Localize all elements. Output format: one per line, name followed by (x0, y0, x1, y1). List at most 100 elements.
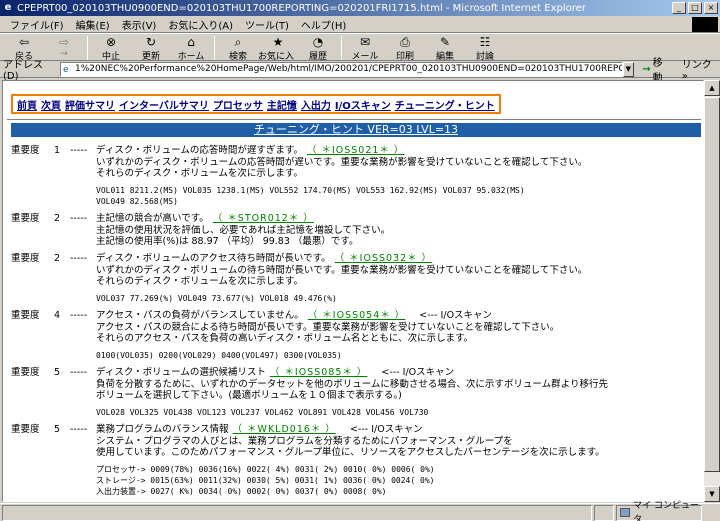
favorites-button[interactable]: ★お気に入り (258, 34, 298, 75)
hint-item: 重要度 5 ----- ディスク・ボリュームの選択候補リスト （ ＊IOSS085＊ ）… (11, 367, 701, 418)
hint-source: <--- I/Oスキャン (349, 424, 423, 435)
title-bar: e CPEPRT00_020103THU0900END=020103THU170… (0, 0, 720, 16)
hint-description: アクセス・パスの競合による待ち時間が長いです。重要な業務が影響を受けていないこと… (96, 322, 701, 344)
close-button[interactable]: × (704, 2, 718, 14)
separator-dashes: ----- (70, 424, 88, 435)
hint-values: 0100(VOL035) 0200(VOL029) 0400(VOL497) 0… (96, 350, 701, 361)
menu-tools[interactable]: ツール(T) (239, 17, 295, 32)
toolbar-separator (214, 36, 215, 60)
banner-title: チューニング・ヒント VER=03 LVL=13 (253, 123, 459, 136)
nav-link[interactable]: 評価サマリ (65, 97, 115, 112)
value-line: 入出力装置-> 0027( K%) 0034( 0%) 0002( 0%) 00… (96, 487, 387, 496)
hint-description: システム・プログラマの人びとは、業務プログラムを分類するためにパフォーマンス・グ… (96, 436, 701, 458)
hint-header: 重要度 5 ----- ディスク・ボリュームの選択候補リスト （ ＊IOSS085＊ ）… (11, 367, 701, 379)
toolbar: ⇦戻る⇨→⊗中止↻更新⌂ホーム⌕検索★お気に入り◔履歴✉メール⎙印刷✎編集☷討論 (0, 33, 720, 75)
history-button[interactable]: ◔ 履歴 (298, 34, 338, 62)
description-line: それらのディスク・ボリュームを次に示します。 (96, 276, 303, 287)
importance-level: 2 (54, 253, 61, 264)
minimize-button[interactable]: _ (672, 2, 686, 14)
description-line: システム・プログラマの人びとは、業務プログラムを分類するためにパフォーマンス・グ… (96, 436, 513, 447)
edit-button[interactable]: ✎ 編集 (425, 34, 465, 62)
hint-item: 重要度 2 ----- 主記憶の競合が高いです。（ ＊STOR012＊ ）主記憶の使用… (11, 213, 701, 247)
maximize-button[interactable]: □ (688, 2, 702, 14)
scroll-thumb[interactable] (704, 97, 720, 472)
value-line: プロセッサ-> 0009(78%) 0036(16%) 0022( 4%) 00… (96, 465, 435, 474)
content-viewport: 前頁 次頁 評価サマリ インターバルサマリ プロセッサ 主記憶 入出力 I/Oスキャン チューニ… (2, 80, 704, 502)
importance-level: 5 (54, 367, 61, 378)
zone-label: マイ コンピュータ (633, 500, 700, 521)
importance-label: 重要度 (11, 424, 40, 435)
nav-link[interactable]: チューニング・ヒント (395, 97, 495, 112)
menu-view[interactable]: 表示(V) (116, 17, 163, 32)
hint-code-link[interactable]: （ ＊IOSS085＊ ） (270, 367, 368, 379)
nav-link[interactable]: インターバルサマリ (119, 97, 209, 112)
discuss-icon: ☷ (479, 35, 491, 49)
print-button[interactable]: ⎙ 印刷 (385, 34, 425, 62)
favorites-icon: ★ (272, 35, 284, 49)
hint-title: 業務プログラムのバランス情報 (96, 424, 229, 435)
nav-link[interactable]: 次頁 (41, 97, 61, 112)
status-segment (594, 504, 614, 521)
address-dropdown-button[interactable]: ▼ (622, 61, 635, 77)
scroll-down-button[interactable]: ▼ (704, 486, 720, 502)
nav-link[interactable]: 前頁 (17, 97, 37, 112)
value-line: ストレージ-> 0015(63%) 0011(32%) 0030( 5%) 00… (96, 476, 435, 485)
nav-link[interactable]: 主記憶 (267, 97, 297, 112)
scroll-up-button[interactable]: ▲ (704, 80, 720, 96)
menu-help[interactable]: ヘルプ(H) (295, 17, 352, 32)
mail-button[interactable]: ✉ メール (345, 34, 385, 62)
stop-button[interactable]: ⊗ 中止 (91, 34, 131, 62)
value-line: VOL037 77.269(%) VOL049 73.677(%) VOL018… (96, 294, 337, 303)
hint-code-link[interactable]: （ ＊IOSS032＊ ） (335, 253, 433, 265)
hint-source: <--- I/Oスキャン (419, 310, 493, 321)
toolbar-separator (341, 36, 342, 60)
hint-code-link[interactable]: （ ＊IOSS021＊ ） (307, 145, 405, 157)
hint-values: プロセッサ-> 0009(78%) 0036(16%) 0022( 4%) 00… (96, 464, 701, 497)
value-line: VOL028 VOL325 VOL438 VOL123 VOL237 VOL46… (96, 408, 429, 417)
importance-level: 5 (54, 424, 61, 435)
nav-link[interactable]: I/Oスキャン (335, 97, 391, 112)
address-input[interactable]: e 1%20NEC%20Performance%20HomePage/Web/h… (59, 61, 623, 77)
home-button[interactable]: ⌂ ホーム (171, 34, 211, 62)
discuss-button[interactable]: ☷ 討論 (465, 34, 505, 62)
links-button[interactable]: リンク » (682, 56, 720, 82)
hint-description: いずれかのディスク・ボリュームの待ち時間が長いです。重要な業務が影響を受けていな… (96, 265, 701, 287)
search-button[interactable]: ⌕ 検索 (218, 34, 258, 62)
description-line: ボリュームを選択して下さい。(最適ボリュームを１０個まで表示する。) (96, 390, 402, 401)
forward-icon: ⇨ (58, 35, 70, 49)
description-line: いずれかのディスク・ボリュームの応答時間が遅いです。重要な業務が影響を受けていな… (96, 157, 588, 168)
back-icon: ⇦ (18, 35, 30, 49)
hint-item: 重要度 5 ----- 業務プログラムのバランス情報 （ ＊WKLD016＊ ） <---… (11, 424, 701, 497)
hint-item: 重要度 4 ----- アクセス・パスの負荷がバランスしていません。 （ ＊IOSS05… (11, 310, 701, 361)
hint-header: 重要度 4 ----- アクセス・パスの負荷がバランスしていません。 （ ＊IOSS05… (11, 310, 701, 322)
separator-dashes: ----- (70, 213, 88, 224)
separator-dashes: ----- (70, 145, 88, 156)
hint-title: ディスク・ボリュームの選択候補リスト (96, 367, 266, 378)
description-line: 使用しています。このためパフォーマンス・グループ単位に、リソースをアクセスしたパ… (96, 447, 605, 458)
hint-code-link[interactable]: （ ＊STOR012＊ ） (213, 213, 314, 225)
value-line: 0100(VOL035) 0200(VOL029) 0400(VOL497) 0… (96, 351, 342, 360)
menu-edit[interactable]: 編集(E) (70, 17, 116, 32)
hint-description: 主記憶の使用状況を評価し、必要であれば主記憶を増設して下さい。 主記憶の使用率(%… (96, 225, 701, 247)
status-text (2, 504, 592, 521)
menu-file[interactable]: ファイル(F) (4, 17, 70, 32)
address-bar: アドレス(D) e 1%20NEC%20Performance%20HomePa… (0, 58, 720, 84)
hint-item: 重要度 2 ----- ディスク・ボリュームのアクセス待ち時間が長いです。 （ ＊IOS… (11, 253, 701, 304)
hint-code-link[interactable]: （ ＊IOSS054＊ ） (308, 310, 406, 322)
hint-header: 重要度 2 ----- 主記憶の競合が高いです。 （ ＊STOR012＊ ） (11, 213, 701, 225)
windows-logo-icon (692, 17, 718, 32)
refresh-button[interactable]: ↻ 更新 (131, 34, 171, 62)
description-line: アクセス・パスの競合による待ち時間が長いです。重要な業務が影響を受けていないこと… (96, 322, 560, 333)
hint-code-link[interactable]: （ ＊WKLD016＊ ） (233, 424, 336, 436)
nav-link[interactable]: プロセッサ (213, 97, 263, 112)
hint-item: 重要度 1 ----- ディスク・ボリュームの応答時間が遅すぎます。 （ ＊IOSS02… (11, 145, 701, 207)
vertical-scrollbar[interactable]: ▲ ▼ (704, 80, 720, 502)
page-icon: e (62, 64, 69, 75)
nav-link[interactable]: 入出力 (301, 97, 331, 112)
menu-favorites[interactable]: お気に入り(A) (162, 17, 239, 32)
description-line: それらのアクセス・パスを負荷の高いディスク・ボリューム名とともに、次に示します。 (96, 333, 474, 344)
hint-source: <--- I/Oスキャン (381, 367, 455, 378)
description-line: それらのディスク・ボリュームを次に示します。 (96, 168, 303, 179)
hint-header: 重要度 5 ----- 業務プログラムのバランス情報 （ ＊WKLD016＊ ） <---… (11, 424, 701, 436)
address-label: アドレス(D) (3, 60, 43, 82)
